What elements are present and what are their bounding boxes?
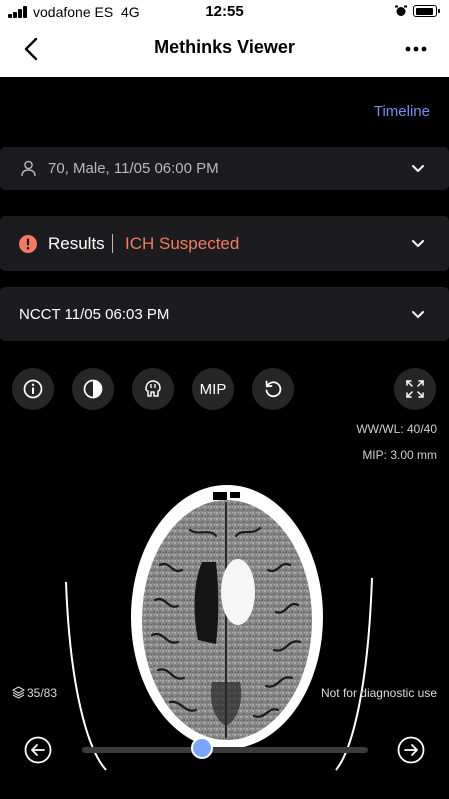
status-time: 12:55 <box>205 3 244 20</box>
brain-icon <box>145 380 161 397</box>
alert-icon <box>19 235 37 253</box>
battery-icon <box>413 5 440 17</box>
results-label: Results <box>48 234 105 253</box>
previous-slice-button[interactable] <box>24 736 52 764</box>
info-icon <box>23 379 43 399</box>
chevron-down-icon <box>412 165 424 172</box>
contrast-button[interactable] <box>72 368 114 410</box>
status-bar: vodafone ES 4G 12:55 <box>0 0 449 24</box>
mip-thickness-readout: MIP: 3.00 mm <box>362 448 437 462</box>
chevron-down-icon <box>412 240 424 247</box>
alarm-icon <box>395 5 407 16</box>
slice-slider-track[interactable] <box>82 747 368 753</box>
study-label: NCCT 11/05 06:03 PM <box>19 306 170 323</box>
chevron-down-icon <box>412 311 424 318</box>
mip-label: MIP <box>199 381 227 398</box>
patient-summary: 70, Male, 11/05 06:00 PM <box>48 160 219 177</box>
reset-button[interactable] <box>252 368 294 410</box>
finding-label: ICH Suspected <box>125 234 240 253</box>
slice-counter: 35/83 <box>11 686 58 700</box>
timeline-link[interactable]: Timeline <box>374 103 430 120</box>
brain-view-button[interactable] <box>132 368 174 410</box>
window-level-readout: WW/WL: 40/40 <box>356 422 437 436</box>
top-bar: vodafone ES 4G 12:55 Methinks Viewer <box>0 0 449 77</box>
study-panel[interactable]: NCCT 11/05 06:03 PM <box>0 287 449 341</box>
reset-icon <box>265 380 282 398</box>
expand-icon <box>406 380 424 398</box>
more-options-icon[interactable] <box>402 38 430 60</box>
results-panel[interactable]: Results ICH Suspected <box>0 216 449 271</box>
person-icon <box>21 160 36 177</box>
mip-button[interactable]: MIP <box>192 368 234 410</box>
ct-scan-image[interactable] <box>60 470 390 780</box>
diagnostic-disclaimer: Not for diagnostic use <box>320 686 437 700</box>
next-slice-button[interactable] <box>397 736 425 764</box>
slice-counter-text: 35/83 <box>27 686 58 700</box>
fullscreen-button[interactable] <box>394 368 436 410</box>
page-title: Methinks Viewer <box>154 37 295 57</box>
patient-panel[interactable]: 70, Male, 11/05 06:00 PM <box>0 147 449 190</box>
info-button[interactable] <box>12 368 54 410</box>
layers-icon <box>11 686 26 699</box>
results-divider <box>112 234 113 253</box>
slice-slider-thumb[interactable] <box>191 737 214 759</box>
contrast-icon <box>83 379 103 399</box>
